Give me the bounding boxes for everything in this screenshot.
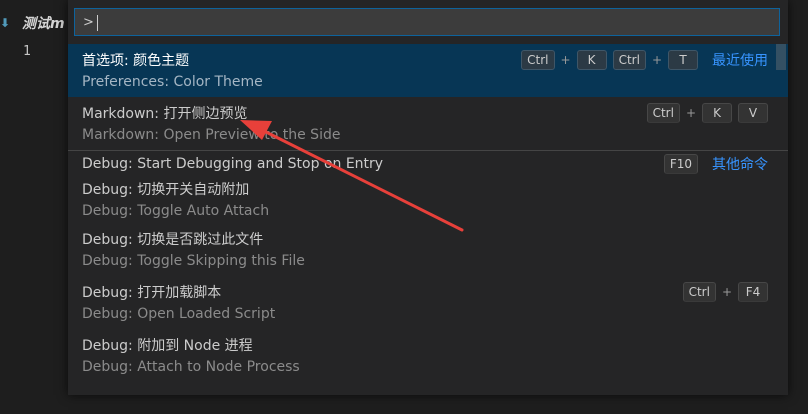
command-detail: Debug: Toggle Auto Attach: [82, 203, 270, 219]
key-badge: V: [738, 103, 768, 123]
key-badge: Ctrl: [682, 282, 716, 302]
command-keybinding: Ctrl + K Ctrl + T 最近使用: [521, 50, 768, 70]
command-label: Debug: Start Debugging and Stop on Entry: [82, 156, 384, 172]
command-detail: Debug: Open Loaded Script: [82, 306, 276, 322]
plus-separator: +: [721, 285, 732, 299]
command-keybinding: F10 其他命令: [663, 154, 768, 174]
command-keybinding: Ctrl + F4: [682, 282, 768, 302]
command-palette: 首选项: 颜色主题 Preferences: Color Theme Ctrl …: [68, 0, 788, 395]
command-label: Debug: 打开加载脚本: [82, 285, 222, 301]
command-list: 首选项: 颜色主题 Preferences: Color Theme Ctrl …: [68, 44, 788, 382]
command-detail: Debug: Toggle Skipping this File: [82, 253, 305, 269]
text-caret: [97, 15, 98, 31]
group-label-recently-used: 最近使用: [712, 53, 768, 69]
command-palette-input[interactable]: [75, 9, 779, 35]
command-keybinding: Ctrl + K V: [646, 103, 768, 123]
command-label: Debug: 附加到 Node 进程: [82, 338, 253, 354]
vscode-window: ⬇ 测试m 1 首选项: 颜色主题 Preferences: Color The…: [0, 0, 808, 414]
command-detail: Preferences: Color Theme: [82, 74, 263, 90]
command-label: Debug: 切换开关自动附加: [82, 182, 250, 198]
key-badge: Ctrl: [612, 50, 646, 70]
line-number: 1: [23, 44, 31, 59]
editor-tab[interactable]: ⬇ 测试m: [0, 8, 65, 38]
command-label: Debug: 切换是否跳过此文件: [82, 232, 264, 248]
key-badge: Ctrl: [521, 50, 555, 70]
command-palette-input-box[interactable]: [74, 8, 780, 36]
command-detail: Markdown: Open Preview to the Side: [82, 127, 341, 143]
key-badge: F4: [738, 282, 768, 302]
editor-tab-title: 测试m: [22, 16, 65, 32]
key-badge: K: [702, 103, 732, 123]
command-label: Markdown: 打开侧边预览: [82, 106, 248, 122]
command-detail: Debug: Attach to Node Process: [82, 359, 300, 375]
command-item-debug-open-loaded-script[interactable]: Debug: 打开加载脚本 Debug: Open Loaded Script …: [68, 276, 788, 329]
key-badge: Ctrl: [646, 103, 680, 123]
plus-separator: +: [685, 106, 696, 120]
scrollbar-thumb[interactable]: [776, 44, 786, 70]
key-badge: T: [668, 50, 698, 70]
command-item-debug-toggle-skipping[interactable]: Debug: 切换是否跳过此文件 Debug: Toggle Skipping …: [68, 223, 788, 276]
command-item-markdown-preview-side[interactable]: Markdown: 打开侧边预览 Markdown: Open Preview …: [68, 97, 788, 150]
command-label: 首选项: 颜色主题: [82, 53, 190, 69]
key-badge: F10: [663, 154, 698, 174]
command-item-color-theme[interactable]: 首选项: 颜色主题 Preferences: Color Theme Ctrl …: [68, 44, 788, 97]
key-badge: K: [576, 50, 607, 70]
group-label-other-commands: 其他命令: [712, 157, 768, 173]
plus-separator: +: [651, 53, 662, 67]
command-item-debug-toggle-auto-attach[interactable]: Debug: 切换开关自动附加 Debug: Toggle Auto Attac…: [68, 176, 788, 223]
command-item-debug-attach-node[interactable]: Debug: 附加到 Node 进程 Debug: Attach to Node…: [68, 329, 788, 382]
plus-separator: +: [560, 53, 571, 67]
markdown-file-icon: ⬇: [0, 16, 11, 30]
command-item-debug-stop-on-entry[interactable]: Debug: Start Debugging and Stop on Entry…: [68, 150, 788, 176]
